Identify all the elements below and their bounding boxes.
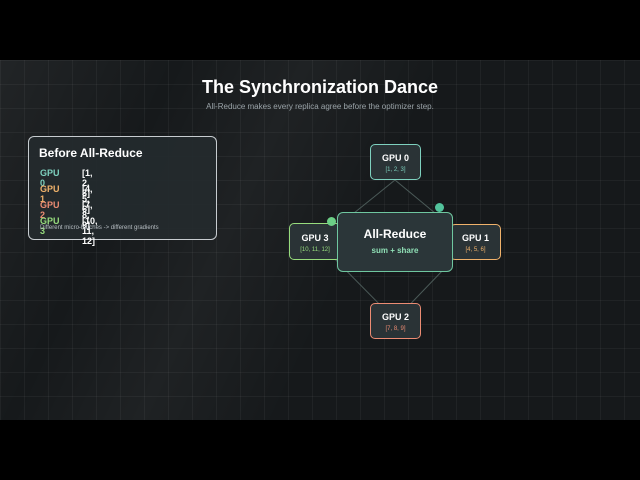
gpu-name: GPU 3 [301,233,329,243]
all-reduce-subtitle: sum + share [371,246,419,255]
gpu-name: GPU 1 [461,233,489,243]
gpu2-node: GPU 2 [7, 8, 9] [370,303,421,339]
gpu1-node: GPU 1 [4, 5, 6] [450,224,501,260]
slide-canvas: The Synchronization Dance All-Reduce mak… [0,60,640,420]
all-reduce-node: All-Reduce sum + share [337,212,453,272]
all-reduce-title: All-Reduce [363,227,427,241]
gpu-values: [4, 5, 6] [465,247,486,253]
gpu-name: GPU 0 [381,153,409,163]
data-packet-dot [435,203,444,212]
gpu-values: [7, 8, 9] [385,326,406,332]
data-packet-dot [327,217,336,226]
gpu-name: GPU 2 [381,312,409,322]
gpu0-node: GPU 0 [1, 2, 3] [370,144,421,180]
gpu-values: [1, 2, 3] [385,167,406,173]
gpu3-node: GPU 3 [10, 11, 12] [289,223,341,260]
gpu-values: [10, 11, 12] [300,247,330,253]
